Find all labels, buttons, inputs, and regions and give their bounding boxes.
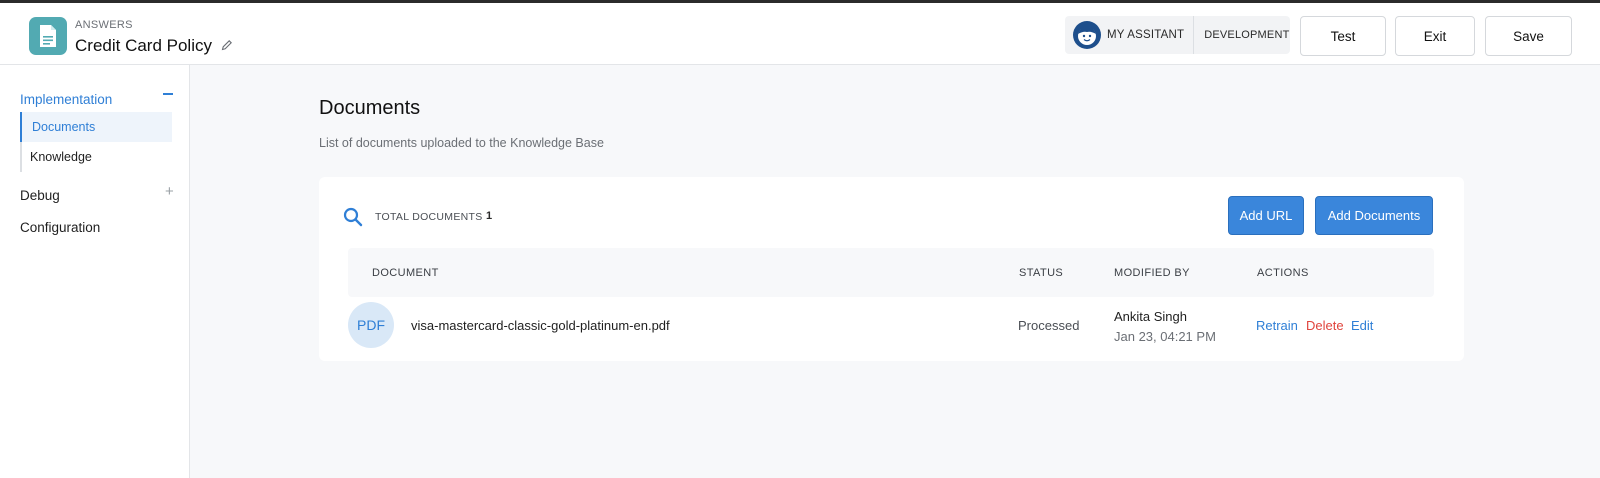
table-row[interactable]: PDF visa-mastercard-classic-gold-platinu… [348,302,1434,352]
sidebar-section-configuration[interactable]: Configuration [20,220,100,235]
expand-plus-icon[interactable]: + [165,183,174,200]
environment-switcher[interactable]: MY ASSITANT DEVELOPMENT [1065,16,1290,54]
total-documents-count: 1 [486,210,493,222]
sidebar-section-debug[interactable]: Debug [20,188,60,203]
add-documents-button[interactable]: Add Documents [1315,196,1433,235]
retrain-link[interactable]: Retrain [1256,318,1298,333]
document-status: Processed [1018,318,1080,333]
edit-link[interactable]: Edit [1351,318,1373,333]
add-url-button[interactable]: Add URL [1228,196,1304,235]
document-name[interactable]: visa-mastercard-classic-gold-platinum-en… [411,318,670,333]
page-subtitle: List of documents uploaded to the Knowle… [319,136,604,150]
page-title: Documents [319,97,421,119]
column-header-actions: ACTIONS [1257,267,1309,279]
app-header: ANSWERS Credit Card Policy MY ASSITANT D… [0,3,1600,65]
assistant-name: MY ASSITANT [1107,29,1185,41]
save-button[interactable]: Save [1485,16,1572,56]
sidebar: Implementation Documents Knowledge Debug… [0,65,190,478]
test-button[interactable]: Test [1300,16,1386,56]
document-icon [29,17,67,55]
column-header-document: DOCUMENT [372,267,439,279]
collapse-minus-icon[interactable] [163,93,173,95]
column-header-status: STATUS [1019,267,1064,279]
modified-by-name: Ankita Singh [1114,309,1187,324]
search-icon[interactable] [343,207,363,227]
edit-pencil-icon[interactable] [221,39,233,51]
exit-button[interactable]: Exit [1395,16,1475,56]
assistant-avatar-icon [1073,21,1101,49]
environment-label[interactable]: DEVELOPMENT [1204,29,1289,41]
env-divider [1193,16,1195,54]
pdf-file-icon: PDF [348,302,394,348]
app-kicker: ANSWERS [75,19,133,31]
column-header-modified-by: MODIFIED BY [1114,267,1190,279]
sidebar-section-implementation[interactable]: Implementation [20,92,112,107]
page-title-app: Credit Card Policy [75,36,212,55]
modified-at-date: Jan 23, 04:21 PM [1114,329,1216,344]
sidebar-item-knowledge[interactable]: Knowledge [20,142,172,172]
documents-card: TOTAL DOCUMENTS 1 Add URL Add Documents … [319,177,1464,361]
total-documents-label: TOTAL DOCUMENTS [375,211,483,223]
delete-link[interactable]: Delete [1306,318,1344,333]
table-header: DOCUMENT STATUS MODIFIED BY ACTIONS [348,248,1434,297]
sidebar-item-documents[interactable]: Documents [20,112,172,142]
